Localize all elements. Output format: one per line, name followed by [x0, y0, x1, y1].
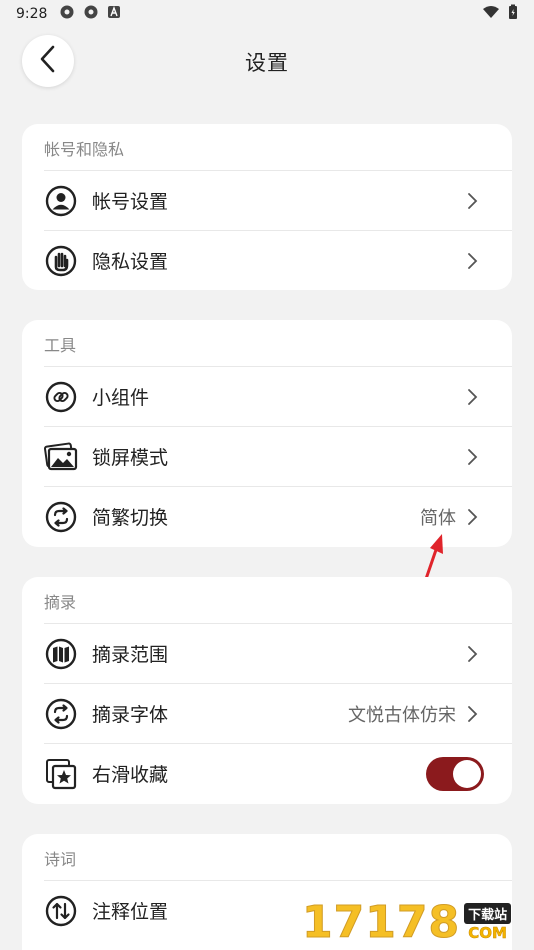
- chevron-left-icon: [38, 45, 58, 77]
- chevron-right-icon: [466, 447, 480, 467]
- row-label: 锁屏模式: [92, 447, 169, 469]
- row-excerpt-font[interactable]: 摘录字体 文悦古体仿宋: [44, 683, 512, 743]
- row-value: 简体: [420, 507, 456, 529]
- status-right: [482, 4, 518, 24]
- section-title: 诗词: [44, 850, 77, 869]
- watermark-tag: 下载站: [464, 902, 512, 924]
- section-title: 帐号和隐私: [44, 140, 125, 159]
- battery-icon: [508, 4, 518, 24]
- hand-stop-icon: [44, 244, 78, 278]
- row-label: 右滑收藏: [92, 764, 169, 786]
- row-account-settings[interactable]: 帐号设置: [44, 170, 512, 230]
- swap-icon: [44, 697, 78, 731]
- star-collection-icon: [44, 757, 78, 791]
- row-privacy-settings[interactable]: 隐私设置: [44, 230, 512, 290]
- swipe-favorite-toggle[interactable]: [426, 756, 484, 791]
- toggle-knob: [453, 759, 481, 788]
- chevron-right-icon: [466, 251, 480, 271]
- section-excerpt: 摘录 摘录范围 摘录字体 文悦古体仿宋 右滑收藏: [22, 577, 512, 804]
- watermark-domain: COM: [468, 923, 507, 942]
- section-title: 工具: [44, 336, 77, 355]
- row-lock-screen[interactable]: 锁屏模式: [44, 426, 512, 486]
- sort-arrows-icon: [44, 894, 78, 928]
- row-label: 帐号设置: [92, 191, 169, 213]
- gear-icon: [59, 4, 75, 24]
- header: 设置: [0, 32, 534, 92]
- link-icon: [44, 380, 78, 414]
- wifi-icon: [482, 5, 500, 23]
- row-label: 简繁切换: [92, 507, 169, 529]
- chevron-right-icon: [466, 387, 480, 407]
- row-widgets[interactable]: 小组件: [44, 366, 512, 426]
- map-icon: [44, 637, 78, 671]
- section-tools: 工具 小组件 锁屏模式 简繁切换 简体: [22, 320, 512, 547]
- chevron-right-icon: [466, 507, 480, 527]
- status-time: 9:28: [16, 6, 48, 22]
- image-icon: [44, 440, 78, 474]
- back-button[interactable]: [22, 35, 74, 87]
- gear-icon: [83, 4, 99, 24]
- watermark-number: 17178: [301, 896, 461, 948]
- row-label: 小组件: [92, 387, 150, 409]
- row-label: 摘录字体: [92, 704, 169, 726]
- chevron-right-icon: [466, 191, 480, 211]
- section-title: 摘录: [44, 593, 77, 612]
- section-account-privacy: 帐号和隐私 帐号设置 隐私设置: [22, 124, 512, 290]
- swap-icon: [44, 500, 78, 534]
- row-excerpt-range[interactable]: 摘录范围: [44, 623, 512, 683]
- status-bar: 9:28: [0, 0, 534, 28]
- row-swipe-favorite: 右滑收藏: [44, 743, 512, 803]
- watermark: 17178 下载站 COM: [301, 896, 528, 948]
- row-label: 摘录范围: [92, 644, 169, 666]
- a-icon: [107, 5, 121, 23]
- row-value: 文悦古体仿宋: [348, 704, 456, 726]
- chevron-right-icon: [466, 704, 480, 724]
- chevron-right-icon: [466, 644, 480, 664]
- row-label: 隐私设置: [92, 251, 169, 273]
- user-circle-icon: [44, 184, 78, 218]
- watermark-side: 下载站 COM: [464, 902, 512, 942]
- page-title: 设置: [245, 51, 289, 75]
